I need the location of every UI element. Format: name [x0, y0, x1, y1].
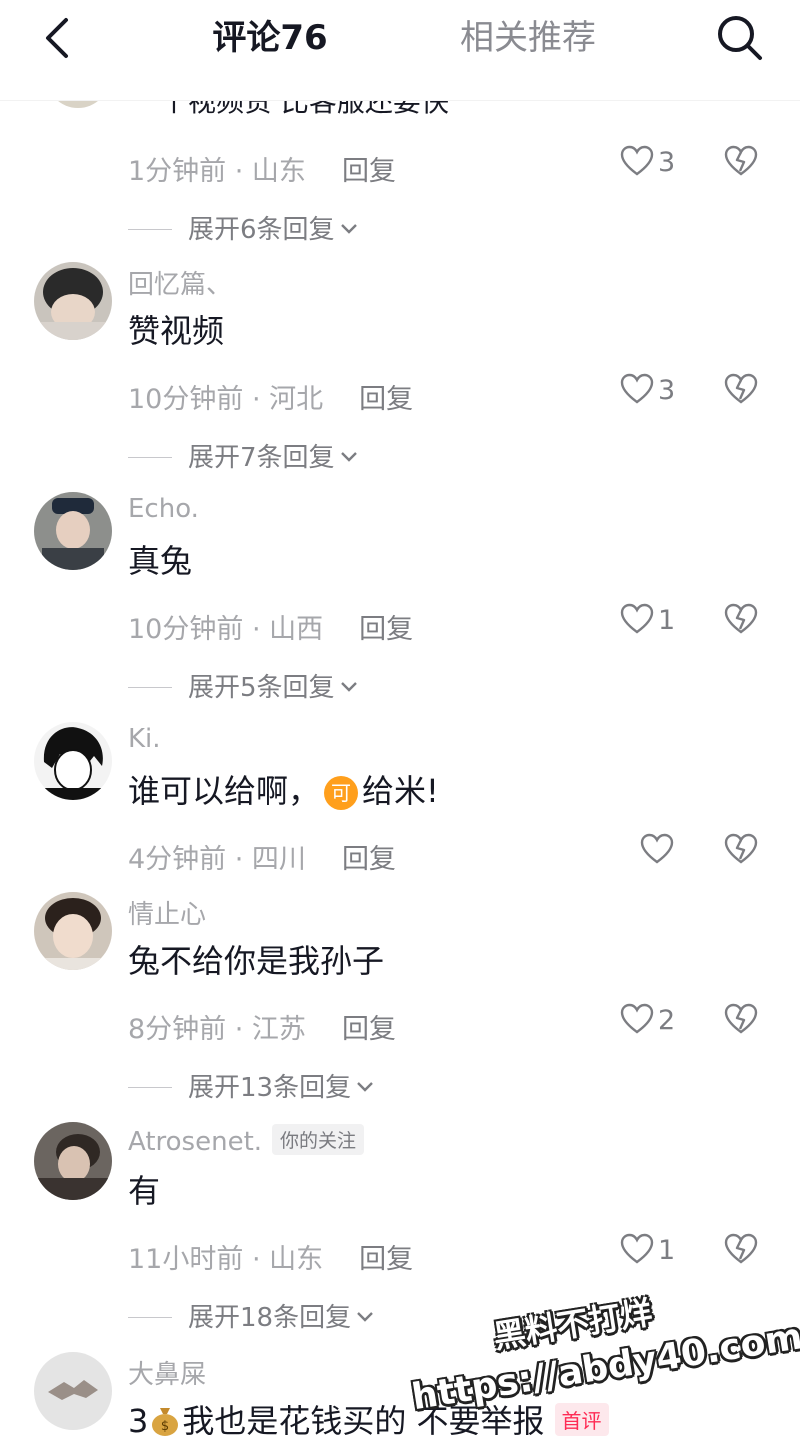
chevron-down-icon: [357, 1082, 373, 1092]
coin-emoji-icon: 可: [324, 776, 359, 810]
heart-icon[interactable]: [640, 832, 674, 866]
comment-time-location: 11小时前 · 山东: [128, 1244, 324, 1275]
divider: [128, 457, 172, 458]
broken-heart-icon[interactable]: [724, 1002, 758, 1036]
reply-button[interactable]: 回复: [342, 844, 396, 875]
avatar[interactable]: [34, 722, 112, 800]
reply-button[interactable]: 回复: [359, 1244, 413, 1275]
broken-heart-icon[interactable]: [724, 602, 758, 636]
comment-meta: 1分钟前 · 山东 回复: [128, 149, 396, 188]
comment-time-location: 4分钟前 · 四川: [128, 844, 306, 875]
comment-username[interactable]: 回忆篇、: [128, 264, 232, 301]
avatar[interactable]: [34, 262, 112, 340]
comment-username-text: Atrosenet.: [128, 1127, 263, 1157]
expand-replies[interactable]: 展开13条回复: [128, 1067, 375, 1104]
reply-button[interactable]: 回复: [342, 1014, 396, 1045]
comment-username[interactable]: Echo.: [128, 494, 199, 524]
divider: [128, 1317, 172, 1318]
comment-text: 有: [128, 1172, 161, 1210]
divider: [128, 229, 172, 230]
chevron-down-icon: [340, 452, 357, 462]
heart-icon[interactable]: [620, 602, 654, 636]
expand-replies[interactable]: 展开18条回复: [128, 1297, 375, 1334]
tab-related-recommendations[interactable]: 相关推荐: [448, 14, 608, 62]
comment-username[interactable]: Atrosenet. 你的关注: [128, 1124, 365, 1157]
expand-replies-label: 展开13条回复: [188, 1073, 352, 1103]
comment-username[interactable]: 大鼻屎: [128, 1354, 206, 1391]
reply-button[interactable]: 回复: [359, 614, 413, 645]
back-icon[interactable]: [40, 16, 80, 60]
divider: [128, 1087, 172, 1088]
comment-time-location: 8分钟前 · 江苏: [128, 1014, 306, 1045]
broken-heart-icon[interactable]: [724, 1232, 758, 1266]
broken-heart-icon[interactable]: [724, 832, 758, 866]
comment-meta: 10分钟前 · 山西 回复: [128, 607, 413, 646]
like-count: 1: [658, 605, 676, 636]
expand-replies-label: 展开5条回复: [188, 673, 335, 703]
divider: [128, 687, 172, 688]
comment-time-location: 10分钟前 · 山西: [128, 614, 324, 645]
tab-comments[interactable]: 评论76: [205, 14, 335, 62]
avatar[interactable]: [34, 1352, 112, 1430]
comment-time-location: 1分钟前 · 山东: [128, 156, 306, 187]
following-badge: 你的关注: [272, 1124, 365, 1155]
avatar[interactable]: [34, 892, 112, 970]
svg-text:$: $: [161, 1419, 169, 1434]
expand-replies-label: 展开18条回复: [188, 1303, 352, 1333]
chevron-down-icon: [340, 224, 357, 234]
broken-heart-icon[interactable]: [724, 144, 758, 178]
comment-text-part: 给米!: [362, 772, 439, 810]
avatar[interactable]: [34, 492, 112, 570]
search-icon[interactable]: [714, 12, 766, 64]
reply-button[interactable]: 回复: [342, 156, 396, 187]
comment-text: 真兔: [128, 542, 193, 580]
chevron-down-icon: [340, 682, 357, 692]
expand-replies-label: 展开6条回复: [188, 215, 335, 245]
comment-meta: 8分钟前 · 江苏 回复: [128, 1007, 396, 1046]
comment-username[interactable]: Ki.: [128, 724, 161, 754]
like-count: 2: [658, 1005, 676, 1036]
comment-time-location: 10分钟前 · 河北: [128, 384, 324, 415]
comment-item: 回忆篇、 赞视频 10分钟前 · 河北 回复 3 展开7条回复: [0, 262, 800, 482]
heart-icon[interactable]: [620, 1232, 654, 1266]
expand-replies-label: 展开7条回复: [188, 443, 335, 473]
chevron-down-icon: [357, 1312, 373, 1322]
expand-replies[interactable]: 展开5条回复: [128, 667, 359, 704]
expand-replies[interactable]: 展开6条回复: [128, 209, 359, 246]
reply-button[interactable]: 回复: [359, 384, 413, 415]
comment-text: 兔不给你是我孙子: [128, 942, 385, 980]
avatar[interactable]: [34, 1122, 112, 1200]
top-bar: 评论76 相关推荐: [0, 0, 800, 101]
comment-meta: 10分钟前 · 河北 回复: [128, 377, 413, 416]
heart-icon[interactable]: [620, 144, 654, 178]
comment-text-part: 3: [128, 1402, 149, 1440]
like-count: 3: [658, 375, 676, 406]
heart-icon[interactable]: [620, 372, 654, 406]
comment-text-part: 谁可以给啊，: [128, 772, 321, 810]
like-count: 1: [658, 1235, 676, 1266]
broken-heart-icon[interactable]: [724, 372, 758, 406]
comment-meta: 4分钟前 · 四川 回复: [128, 837, 396, 876]
like-count: 3: [658, 147, 676, 178]
comment-item: Echo. 真兔 10分钟前 · 山西 回复 1 展开5条回复: [0, 492, 800, 712]
comment-meta: 11小时前 · 山东 回复: [128, 1237, 413, 1276]
comment-item: 情止心 兔不给你是我孙子 8分钟前 · 江苏 回复 2 展开13条回复: [0, 892, 800, 1112]
comment-text: 谁可以给啊，可给米!: [128, 766, 439, 812]
comment-text: 赞视频: [128, 312, 225, 350]
money-bag-icon: $: [152, 1408, 179, 1436]
heart-icon[interactable]: [620, 1002, 654, 1036]
expand-replies[interactable]: 展开7条回复: [128, 437, 359, 474]
comment-username[interactable]: 情止心: [128, 894, 206, 931]
